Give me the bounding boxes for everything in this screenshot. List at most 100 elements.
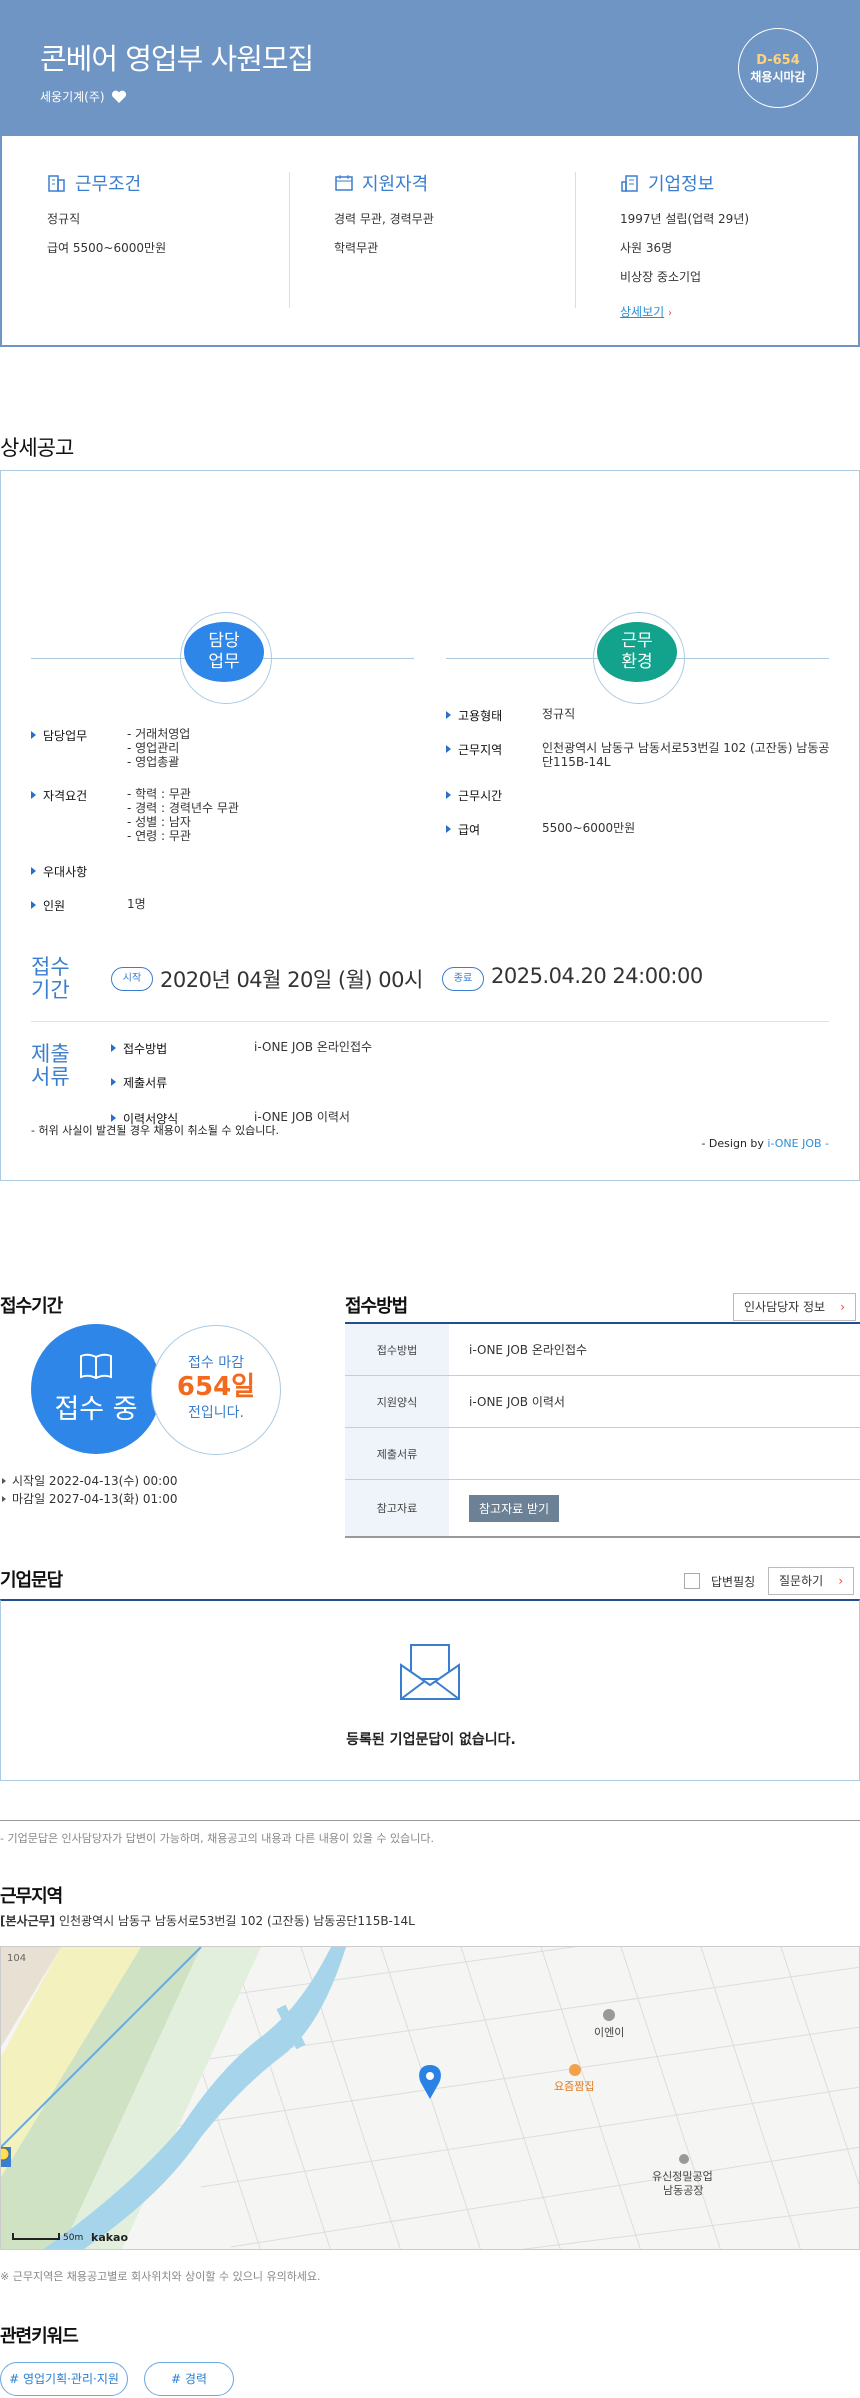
- download-reference-button[interactable]: 참고자료 받기: [469, 1494, 560, 1522]
- table-header: 참고자료: [345, 1480, 449, 1536]
- work-conditions: 근무조건 정규직 급여 5500~6000만원: [47, 170, 166, 268]
- dday-badge: D-654 채용시마감: [738, 28, 818, 108]
- qual-career: 경력 무관, 경력무관: [334, 212, 434, 226]
- location-title: 근무지역: [0, 1886, 63, 1907]
- table-header: 제출서류: [345, 1428, 449, 1479]
- ring-days: 654일: [176, 1372, 256, 1402]
- table-header: 지원양식: [345, 1376, 449, 1427]
- envelope-icon: [400, 1644, 460, 1700]
- map-poi-label: 유신정밀공업: [652, 2170, 713, 2183]
- start-date-line: 시작일 2022-04-13(수) 00:00: [2, 1472, 177, 1489]
- heart-icon[interactable]: [111, 90, 127, 104]
- resume-form-value: i-ONE JOB 이력서: [254, 1110, 350, 1124]
- table-row: 참고자료 참고자료 받기: [345, 1480, 860, 1538]
- map-poi-label: 요즘짬집: [554, 2080, 594, 2093]
- company-name[interactable]: 세웅기계(주): [40, 88, 127, 105]
- hr-info-button[interactable]: 인사담당자 정보 ›: [733, 1293, 857, 1321]
- ring-suffix: 전입니다.: [188, 1405, 244, 1421]
- end-date-line: 마감일 2027-04-13(화) 01:00: [2, 1490, 177, 1507]
- corp-title: 기업정보: [648, 174, 715, 195]
- location-map[interactable]: 104 이엔이 요즘짬집 유신정밀공업 남동공장 50m kakao: [0, 1946, 860, 2250]
- table-row: 접수방법 i-ONE JOB 온라인접수: [345, 1324, 860, 1376]
- employment-type-value: 정규직: [542, 707, 576, 721]
- qa-box: 등록된 기업문답이 없습니다.: [0, 1599, 860, 1781]
- dday-count: D-654: [756, 53, 800, 68]
- location-address: [본사근무] 인천광역시 남동구 남동서로53번길 102 (고잔동) 남동공단…: [0, 1912, 415, 1929]
- receipt-status-circle: 접수 중: [31, 1324, 161, 1454]
- duty-circle-label: 담당 업무: [208, 631, 240, 672]
- building-icon: [48, 175, 65, 192]
- map-poi-label: 남동공장: [663, 2184, 703, 2197]
- calendar-icon: [335, 175, 353, 191]
- ask-question-button[interactable]: 질문하기 ›: [768, 1567, 855, 1595]
- map-brand: kakao: [91, 2231, 128, 2244]
- docs-label: 제출 서류: [31, 1042, 70, 1089]
- env-circle-label: 근무 환경: [621, 631, 653, 672]
- location-note: ※ 근무지역은 채용공고별로 회사위치와 상이할 수 있으니 유의하세요.: [0, 2270, 321, 2283]
- work-title: 근무조건: [75, 174, 142, 195]
- duty-value: - 거래처영업 - 영업관리 - 영업총괄: [127, 727, 191, 769]
- table-cell: i-ONE JOB 온라인접수: [469, 1343, 588, 1357]
- detail-panel: 담당 업무 근무 환경 담당업무 - 거래처영업 - 영업관리 - 영업총괄 자…: [0, 470, 860, 1181]
- receipt-title: 접수기간: [0, 1296, 63, 1317]
- qa-note: - 기업문답은 인사담당자가 답변이 가능하며, 채용공고의 내용과 다른 내용…: [0, 1832, 434, 1845]
- end-pill: 종료: [442, 967, 484, 991]
- hr-info-label[interactable]: 인사담당자 정보: [744, 1300, 825, 1314]
- work-area-value: 인천광역시 남동구 남동서로53번길 102 (고잔동) 남동공단115B-14…: [542, 741, 830, 769]
- divider: [31, 1021, 829, 1022]
- end-date: 2025.04.20 24:00:00: [491, 964, 703, 988]
- table-cell: [449, 1428, 860, 1479]
- design-by: - Design by: [701, 1137, 768, 1150]
- detail-section-title: 상세공고: [0, 436, 74, 460]
- corp-founded: 1997년 설립(업력 29년): [620, 212, 750, 226]
- location-tag: [본사근무]: [0, 1914, 56, 1928]
- answered-checkbox[interactable]: [684, 1573, 700, 1589]
- qual-title: 지원자격: [362, 174, 429, 195]
- duty-circle: 담당 업무: [184, 622, 264, 682]
- map-road-label: 104: [7, 1953, 26, 1964]
- table-cell: i-ONE JOB 이력서: [469, 1395, 565, 1409]
- deadline-type: 채용시마감: [750, 70, 806, 84]
- book-icon: [80, 1353, 112, 1380]
- company-info: 기업정보 1997년 설립(업력 29년) 사원 36명 비상장 중소기업 상세…: [620, 170, 749, 332]
- design-credit: - Design by i-ONE JOB -: [701, 1137, 829, 1151]
- keyword-tag[interactable]: # 경력: [144, 2362, 234, 2396]
- salary-value: 5500~6000만원: [542, 821, 636, 835]
- answered-label: 답변필칭: [711, 1575, 756, 1589]
- table-row: 제출서류: [345, 1428, 860, 1480]
- chevron-right-icon[interactable]: ›: [840, 1294, 845, 1320]
- work-type: 정규직: [47, 212, 81, 226]
- headcount-value: 1명: [127, 897, 146, 911]
- salary-label: 급여: [444, 821, 480, 838]
- period-label: 접수 기간: [31, 955, 70, 1002]
- start-pill: 시작: [111, 967, 153, 991]
- chevron-right-icon[interactable]: ›: [838, 1568, 843, 1594]
- qual-education: 학력무관: [334, 241, 379, 255]
- keyword-tag[interactable]: # 영업기획·관리·지원: [0, 2362, 128, 2396]
- address-text: 인천광역시 남동구 남동서로53번길 102 (고잔동) 남동공단115B-14…: [58, 1914, 415, 1928]
- method-table: 접수방법 i-ONE JOB 온라인접수 지원양식 i-ONE JOB 이력서 제출…: [345, 1322, 860, 1538]
- work-hours-label: 근무시간: [444, 787, 502, 804]
- company-detail-link[interactable]: 상세보기: [620, 305, 664, 319]
- table-header: 접수방법: [345, 1324, 449, 1375]
- start-date: 2020년 04월 20일 (월) 00시: [160, 968, 423, 992]
- qa-title: 기업문답: [0, 1570, 63, 1591]
- table-row: 지원양식 i-ONE JOB 이력서: [345, 1376, 860, 1428]
- requirements-label: 자격요건: [29, 787, 87, 804]
- work-salary: 급여 5500~6000만원: [47, 241, 167, 255]
- ask-question-label[interactable]: 질문하기: [779, 1574, 823, 1588]
- chevron-right-icon[interactable]: ›: [668, 308, 672, 319]
- headcount-label: 인원: [29, 897, 65, 914]
- map-canvas[interactable]: 104 이엔이 요즘짬집 유신정밀공업 남동공장 50m kakao: [1, 1947, 860, 2250]
- employment-type-label: 고용형태: [444, 707, 502, 724]
- qa-empty-message: 등록된 기업문답이 없습니다.: [346, 1732, 516, 1748]
- table-cell: 참고자료 받기: [449, 1480, 860, 1536]
- corp-type: 비상장 중소기업: [620, 270, 702, 284]
- keywords-title: 관련키워드: [0, 2326, 79, 2347]
- disclaimer: - 허위 사실이 발견될 경우 채용이 취소될 수 있습니다.: [31, 1124, 279, 1137]
- divider: [289, 172, 290, 308]
- company-label[interactable]: 세웅기계(주): [40, 88, 105, 105]
- summary-box: 근무조건 정규직 급여 5500~6000만원 지원자격 경력 무관, 경력무관…: [0, 136, 860, 347]
- receipt-status: 접수 중: [54, 1394, 138, 1425]
- qualifications: 지원자격 경력 무관, 경력무관 학력무관: [334, 170, 434, 268]
